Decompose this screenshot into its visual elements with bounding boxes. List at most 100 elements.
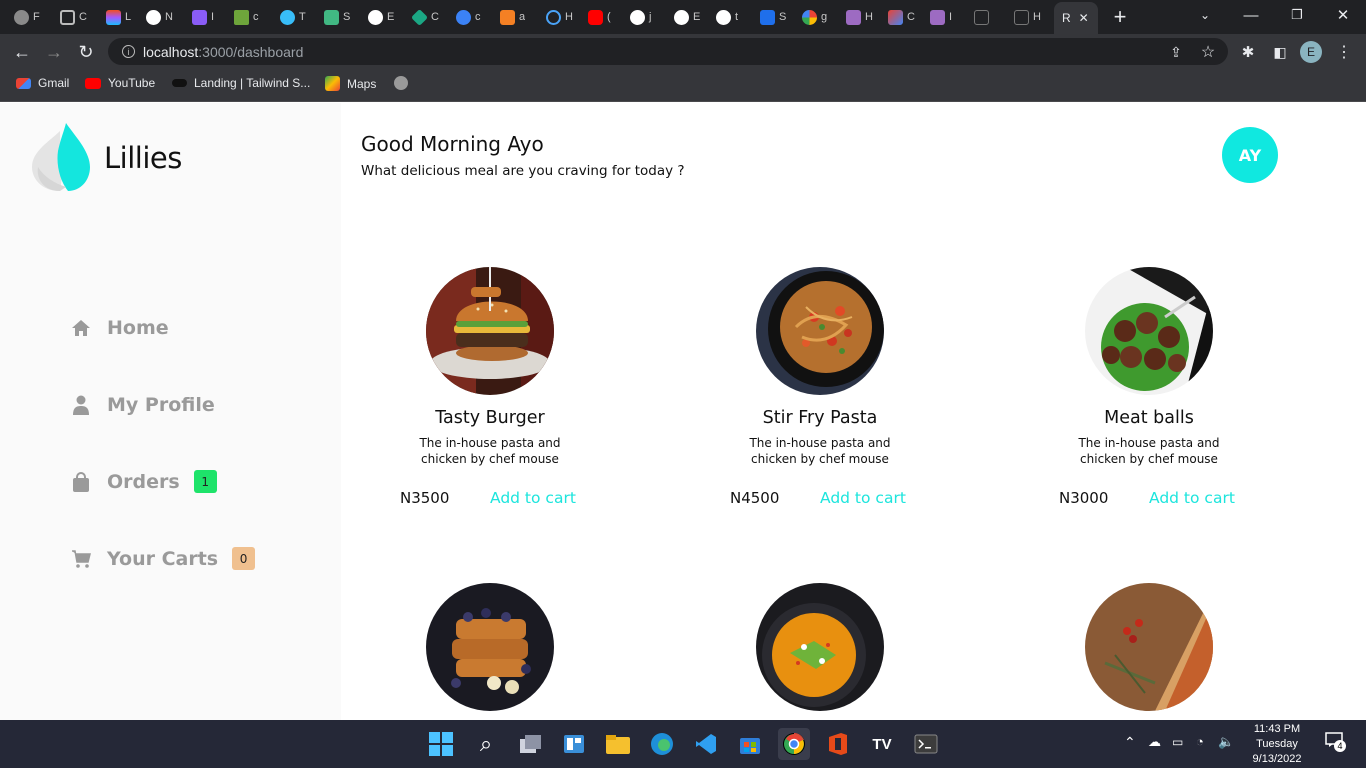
active-browser-tab[interactable]: R ✕ — [1054, 2, 1098, 34]
notification-center-icon[interactable]: 4 — [1322, 732, 1346, 754]
back-button[interactable]: ← — [10, 40, 34, 64]
wifi-icon[interactable]: ◔ — [1196, 734, 1204, 749]
cart-icon — [70, 548, 92, 570]
browser-tab[interactable]: F — [14, 4, 40, 30]
soup-image — [756, 583, 884, 711]
dashboard-page: Lillies Home My Profile Orders 1 Your Ca… — [0, 103, 1366, 720]
browser-tab[interactable]: g — [802, 4, 827, 30]
bookmark-globe[interactable] — [394, 76, 408, 90]
terminal-icon[interactable] — [910, 728, 942, 760]
browser-tab[interactable]: H — [1014, 4, 1041, 30]
shopping-bag-icon — [70, 471, 92, 493]
task-view-icon[interactable] — [514, 728, 546, 760]
browser-tab[interactable]: t — [716, 4, 738, 30]
greeting-subtitle: What delicious meal are you craving for … — [361, 163, 685, 179]
github-icon — [368, 9, 383, 25]
tradingview-icon[interactable]: TV — [866, 728, 898, 760]
browser-tab[interactable]: c — [456, 4, 481, 30]
close-tab-icon[interactable]: ✕ — [1079, 11, 1089, 25]
browser-tab[interactable]: L — [106, 4, 131, 30]
new-tab-button[interactable]: + — [1108, 4, 1132, 29]
widgets-icon[interactable] — [558, 728, 590, 760]
nav-home[interactable]: Home — [70, 317, 169, 339]
french-toast-image — [426, 583, 554, 711]
nav-orders[interactable]: Orders 1 — [70, 470, 217, 493]
store-icon[interactable] — [734, 728, 766, 760]
browser-tab[interactable]: E — [674, 4, 700, 30]
clock[interactable]: 11:43 PM Tuesday 9/13/2022 — [1244, 722, 1310, 767]
browser-tab[interactable]: T — [280, 4, 306, 30]
bookmark-star-icon[interactable]: ☆ — [1196, 40, 1220, 64]
volume-icon[interactable]: 🔈 — [1218, 734, 1234, 750]
globe-icon — [14, 9, 29, 25]
browser-tab[interactable]: a — [500, 4, 525, 30]
file-explorer-icon[interactable] — [602, 728, 634, 760]
browser-tab[interactable]: j — [630, 4, 651, 30]
browser-tab[interactable]: S — [324, 4, 350, 30]
chevron-up-icon[interactable]: ⌃ — [1124, 734, 1136, 751]
h-icon — [846, 9, 861, 25]
close-window-button[interactable]: ✕ — [1320, 0, 1366, 30]
battery-icon[interactable]: ▭ — [1172, 735, 1183, 749]
gmail-icon — [16, 77, 31, 89]
bookmarks-bar: Gmail YouTube Landing | Tailwind S... Ma… — [0, 68, 1366, 102]
browser-toolbar: ← → ↻ i localhost:3000/dashboard ⇪ ☆ ✱ ◧… — [0, 34, 1366, 68]
nav-my-profile[interactable]: My Profile — [70, 394, 215, 416]
search-icon[interactable]: ⌕ — [470, 728, 502, 760]
meal-card — [690, 583, 950, 720]
extensions-icon[interactable]: ✱ — [1236, 40, 1260, 64]
logo-icon — [32, 123, 90, 191]
meal-description: The in-house pasta and chicken by chef m… — [749, 436, 891, 466]
browser-tab-strip: F C L N I c T S E C c a H ( j E t S g H … — [0, 0, 1366, 34]
browser-tab[interactable]: E — [368, 4, 394, 30]
app-icon — [192, 9, 207, 25]
maps-icon — [325, 76, 340, 91]
browser-tab[interactable]: I — [192, 4, 214, 30]
browser-tab[interactable]: S — [760, 4, 786, 30]
info-icon[interactable]: i — [122, 45, 135, 58]
share-icon[interactable]: ⇪ — [1164, 40, 1188, 64]
side-panel-icon[interactable]: ◧ — [1268, 40, 1292, 64]
browser-tab[interactable]: ( — [588, 4, 611, 30]
reload-button[interactable]: ↻ — [74, 40, 98, 64]
bookmark-maps[interactable]: Maps — [325, 76, 376, 91]
browser-tab[interactable]: H — [846, 4, 873, 30]
address-bar[interactable]: i localhost:3000/dashboard — [108, 38, 1228, 65]
office-icon[interactable] — [822, 728, 854, 760]
restore-button[interactable]: ❐ — [1274, 0, 1320, 30]
github-icon — [146, 9, 161, 25]
bookmark-gmail[interactable]: Gmail — [16, 76, 69, 90]
add-to-cart-button[interactable]: Add to cart — [820, 489, 906, 507]
start-windows-icon[interactable] — [425, 728, 457, 760]
browser-tab[interactable]: C — [888, 4, 915, 30]
meal-card: Tasty Burger The in-house pasta and chic… — [360, 267, 620, 527]
chrome-icon[interactable] — [778, 728, 810, 760]
bookmark-youtube[interactable]: YouTube — [85, 76, 155, 90]
profile-avatar[interactable]: E — [1300, 41, 1322, 63]
tailwind-icon — [280, 9, 295, 25]
nav-your-carts[interactable]: Your Carts 0 — [70, 547, 256, 570]
browser-tab[interactable]: H — [546, 4, 573, 30]
browser-tab[interactable]: c — [234, 4, 259, 30]
browser-tab[interactable]: N — [146, 4, 173, 30]
add-to-cart-button[interactable]: Add to cart — [1149, 489, 1235, 507]
cloud-icon[interactable]: ☁ — [1148, 734, 1161, 750]
edge-icon[interactable] — [646, 728, 678, 760]
user-avatar[interactable]: AY — [1222, 127, 1278, 183]
bookmark-tailwind[interactable]: Landing | Tailwind S... — [172, 76, 310, 90]
minimize-button[interactable]: — — [1228, 0, 1274, 30]
browser-tab[interactable]: C — [412, 4, 439, 30]
menu-kebab-icon[interactable]: ⋮ — [1332, 40, 1356, 64]
page-icon — [974, 9, 989, 25]
forward-button[interactable]: → — [42, 40, 66, 64]
meal-price: N4500 — [730, 489, 780, 507]
location-icon — [546, 9, 561, 25]
vscode-icon[interactable] — [690, 728, 722, 760]
figma-icon — [106, 9, 121, 25]
browser-tab[interactable]: C — [60, 4, 87, 30]
tab-search-chevron-icon[interactable]: ⌄ — [1182, 0, 1228, 30]
meal-card — [1019, 583, 1279, 720]
browser-tab[interactable]: I — [930, 4, 952, 30]
add-to-cart-button[interactable]: Add to cart — [490, 489, 576, 507]
browser-tab[interactable] — [974, 4, 993, 30]
